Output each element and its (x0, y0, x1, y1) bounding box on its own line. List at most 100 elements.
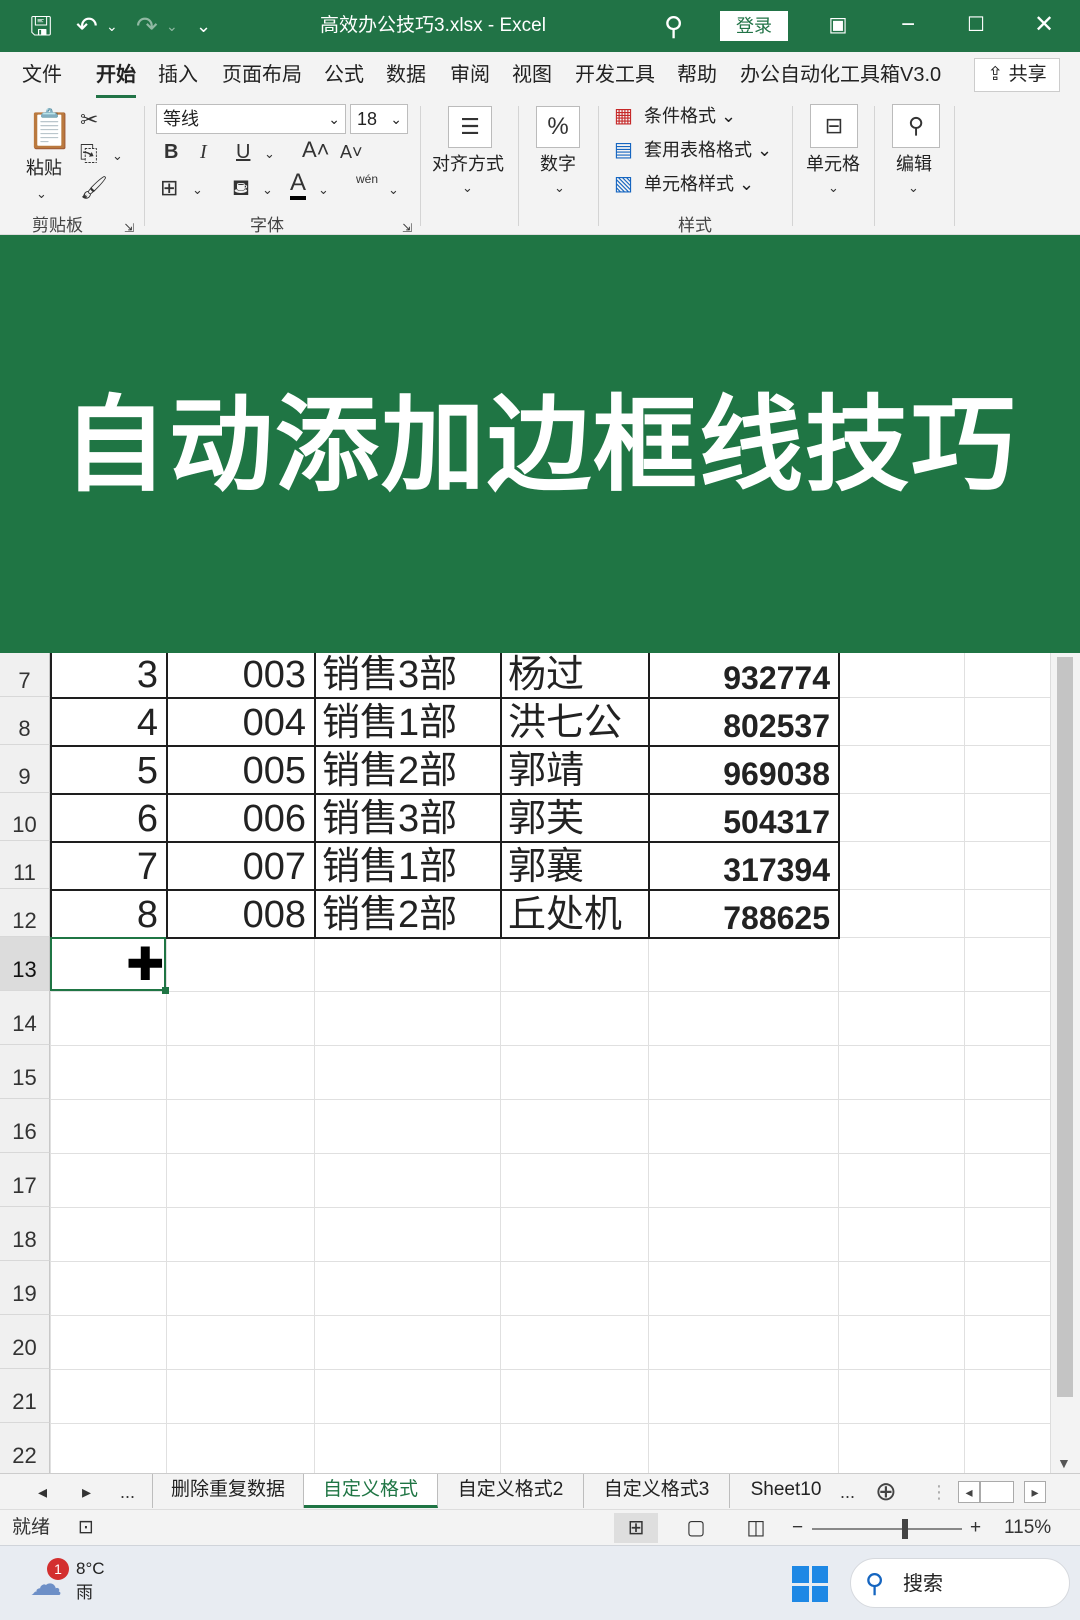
cell-code[interactable]: 005 (174, 745, 306, 793)
cell-amount[interactable]: 317394 (656, 841, 830, 889)
cut-icon[interactable]: ✂ (80, 106, 98, 134)
row-header[interactable]: 15 (0, 1045, 50, 1099)
zoom-level[interactable]: 115% (1004, 1514, 1051, 1542)
format-painter-icon[interactable]: 🖌 (80, 174, 108, 202)
percent-icon[interactable]: % (536, 106, 580, 148)
cell-amount[interactable]: 788625 (656, 889, 830, 937)
row-header[interactable]: 10 (0, 793, 50, 841)
tab-developer[interactable]: 开发工具 (575, 60, 655, 90)
paste-dropdown-icon[interactable]: ⌄ (36, 180, 47, 208)
sheet-tab-custom-format[interactable]: 自定义格式 (304, 1474, 438, 1508)
weather-temperature[interactable]: 8°C (76, 1558, 105, 1580)
row-header[interactable]: 11 (0, 841, 50, 889)
cell-name[interactable]: 郭芙 (508, 793, 640, 841)
phonetic-dropdown-icon[interactable]: ⌄ (388, 176, 399, 204)
tab-file[interactable]: 文件 (22, 60, 62, 90)
cell-amount[interactable]: 969038 (656, 745, 830, 793)
redo-dropdown-icon[interactable]: ⌄ (166, 10, 178, 42)
splitter-handle[interactable]: ⋮ (930, 1478, 948, 1506)
cell-code[interactable]: 004 (174, 697, 306, 745)
phonetic-guide-button[interactable]: wén (356, 172, 378, 186)
cell-seq[interactable]: 3 (58, 653, 158, 697)
copy-icon[interactable]: ⎘ (80, 140, 98, 168)
zoom-in-icon[interactable]: + (970, 1514, 981, 1542)
share-button[interactable]: ⇪ 共享 (974, 58, 1060, 92)
zoom-slider[interactable] (812, 1528, 962, 1530)
cells-button[interactable]: 单元格 (806, 152, 860, 176)
shrink-font-button[interactable]: A˅ (340, 138, 363, 166)
tab-home[interactable]: 开始 (96, 60, 136, 98)
sheet-overflow-left[interactable]: ... (120, 1478, 135, 1506)
cell-style-button[interactable]: 单元格样式 ⌄ (644, 172, 754, 196)
row-header[interactable]: 21 (0, 1369, 50, 1423)
font-color-button[interactable]: A (290, 170, 307, 200)
cell-seq[interactable]: 8 (58, 889, 158, 937)
align-icon[interactable]: ☰ (448, 106, 492, 148)
border-dropdown-icon[interactable]: ⌄ (192, 176, 203, 204)
row-header[interactable]: 13 (0, 937, 50, 991)
alignment-button[interactable]: 对齐方式 (432, 152, 504, 176)
tab-formulas[interactable]: 公式 (324, 60, 364, 90)
row-header[interactable]: 12 (0, 889, 50, 937)
sheet-tab-custom-format-3[interactable]: 自定义格式3 (584, 1474, 730, 1508)
editing-button[interactable]: 编辑 (896, 152, 932, 176)
paste-button[interactable]: 粘贴 (26, 156, 62, 180)
login-button[interactable]: 登录 (720, 11, 788, 41)
undo-icon[interactable]: ↶ (76, 10, 98, 42)
search-icon[interactable]: ⚲ (664, 10, 683, 42)
tab-office-toolbox[interactable]: 办公自动化工具箱V3.0 (740, 60, 941, 90)
close-icon[interactable]: ✕ (1024, 8, 1064, 42)
cell-dept[interactable]: 销售2部 (322, 745, 492, 793)
row-header[interactable]: 7 (0, 653, 50, 697)
hscroll-thumb[interactable] (980, 1481, 1014, 1503)
cell-name[interactable]: 丘处机 (508, 889, 640, 937)
weather-condition[interactable]: 雨 (76, 1582, 93, 1604)
table-format-button[interactable]: 套用表格格式 ⌄ (644, 138, 772, 162)
cell-seq[interactable]: 7 (58, 841, 158, 889)
cell-amount[interactable]: 504317 (656, 793, 830, 841)
save-icon[interactable]: 🖫 (30, 10, 52, 42)
minimize-icon[interactable]: − (888, 8, 928, 42)
number-button[interactable]: 数字 (540, 152, 576, 176)
hscroll-right-icon[interactable]: ▸ (1024, 1481, 1046, 1503)
cell-amount[interactable]: 802537 (656, 697, 830, 745)
cell-code[interactable]: 006 (174, 793, 306, 841)
italic-button[interactable]: I (200, 138, 207, 166)
cell-code[interactable]: 003 (174, 653, 306, 697)
editing-dropdown-icon[interactable]: ⌄ (908, 174, 919, 202)
tab-page-layout[interactable]: 页面布局 (222, 60, 302, 90)
windows-start-icon[interactable] (792, 1566, 828, 1602)
row-header[interactable]: 17 (0, 1153, 50, 1207)
tab-insert[interactable]: 插入 (158, 60, 198, 90)
alignment-dropdown-icon[interactable]: ⌄ (462, 174, 473, 202)
fill-color-dropdown-icon[interactable]: ⌄ (262, 176, 273, 204)
row-header[interactable]: 14 (0, 991, 50, 1045)
accessibility-icon[interactable]: ⊡ (78, 1514, 94, 1542)
scrollbar-thumb[interactable] (1057, 657, 1073, 1397)
row-header[interactable]: 19 (0, 1261, 50, 1315)
undo-dropdown-icon[interactable]: ⌄ (106, 10, 118, 42)
row-header[interactable]: 8 (0, 697, 50, 745)
find-icon[interactable]: ⚲ (892, 104, 940, 148)
row-header[interactable]: 16 (0, 1099, 50, 1153)
page-break-view-icon[interactable]: ◫ (734, 1513, 778, 1543)
row-header[interactable]: 18 (0, 1207, 50, 1261)
cells-icon[interactable]: ⊟ (810, 104, 858, 148)
underline-dropdown-icon[interactable]: ⌄ (264, 140, 275, 168)
row-header[interactable]: 20 (0, 1315, 50, 1369)
font-size-select[interactable]: 18 ⌄ (350, 104, 408, 134)
conditional-format-button[interactable]: 条件格式 ⌄ (644, 104, 736, 128)
cell-name[interactable]: 郭襄 (508, 841, 640, 889)
number-dropdown-icon[interactable]: ⌄ (554, 174, 565, 202)
border-icon[interactable]: ⊞ (160, 174, 178, 202)
cell-name[interactable]: 洪七公 (508, 697, 640, 745)
font-name-select[interactable]: 等线 ⌄ (156, 104, 346, 134)
sheet-tab-custom-format-2[interactable]: 自定义格式2 (438, 1474, 584, 1508)
normal-view-icon[interactable]: ⊞ (614, 1513, 658, 1543)
zoom-out-icon[interactable]: − (792, 1514, 803, 1542)
cell-seq[interactable]: 4 (58, 697, 158, 745)
next-sheet-icon[interactable]: ▸ (82, 1478, 91, 1506)
cell-dept[interactable]: 销售1部 (322, 697, 492, 745)
cells-dropdown-icon[interactable]: ⌄ (828, 174, 839, 202)
underline-button[interactable]: U (236, 138, 250, 166)
